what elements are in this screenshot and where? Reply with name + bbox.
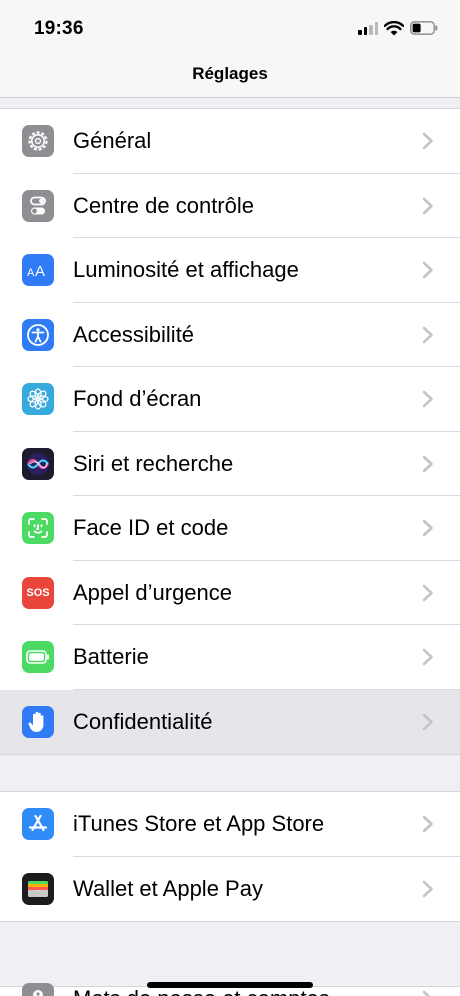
toggles-icon [22,189,54,222]
sos-icon: SOS [22,576,54,609]
settings-row-label: iTunes Store et App Store [73,811,325,837]
svg-text:A: A [35,263,45,278]
settings-row-label: Centre de contrôle [73,192,254,218]
wifi-icon [384,20,404,35]
chevron-right-icon [422,815,433,833]
settings-row-display[interactable]: AA Luminosité et affichage [0,238,460,303]
settings-row-label: Face ID et code [73,515,229,541]
settings-row-privacy[interactable]: Confidentialité [0,689,460,754]
settings-row-label: Luminosité et affichage [73,257,299,283]
settings-row-label: Confidentialité [73,708,213,734]
settings-row-label: Siri et recherche [73,450,234,476]
chevron-right-icon [422,390,433,408]
settings-row-face-id[interactable]: Face ID et code [0,496,460,561]
siri-icon [22,447,54,480]
chevron-right-icon [422,519,433,537]
settings-row-wallpaper[interactable]: Fond d’écran [0,367,460,432]
settings-row-label: Accessibilité [73,321,195,347]
chevron-right-icon [422,713,433,731]
chevron-right-icon [422,132,433,150]
settings-group-stores: iTunes Store et App Store Wallet et Appl… [0,791,460,922]
status-bar: 19:36 [0,0,460,54]
chevron-right-icon [422,880,433,898]
battery-icon [22,641,54,674]
chevron-right-icon [422,584,433,602]
settings-row-label: Appel d’urgence [73,579,233,605]
chevron-right-icon [422,261,433,279]
home-indicator[interactable] [147,982,313,988]
settings-row-label: Batterie [73,644,149,670]
page-title: Réglages [192,64,268,83]
svg-text:A: A [27,267,35,278]
cellular-signal-icon [358,21,378,35]
settings-row-label: Fond d’écran [73,386,202,412]
status-time: 19:36 [34,18,84,39]
face-id-icon [22,512,54,545]
text-size-icon: AA [22,254,54,287]
settings-row-emergency-sos[interactable]: SOS Appel d’urgence [0,561,460,625]
settings-row-general[interactable]: Général [0,109,460,174]
settings-row-control-center[interactable]: Centre de contrôle [0,174,460,238]
navigation-bar: Réglages [0,54,460,98]
chevron-right-icon [422,990,430,996]
chevron-right-icon [422,648,433,666]
battery-status-icon [410,21,438,35]
settings-row-siri[interactable]: Siri et recherche [0,432,460,496]
settings-row-wallet[interactable]: Wallet et Apple Pay [0,857,460,922]
app-store-icon [22,808,54,841]
settings-group-main: Général Centre de contrôle AA Luminosité… [0,108,460,755]
status-icons [358,19,438,37]
flower-icon [22,383,54,416]
chevron-right-icon [422,455,433,473]
settings-row-accessibility[interactable]: Accessibilité [0,303,460,367]
settings-row-label: Général [73,128,152,154]
settings-row-battery[interactable]: Batterie [0,625,460,690]
chevron-right-icon [422,326,433,344]
gear-icon [22,125,54,158]
wallet-icon [22,872,54,905]
chevron-right-icon [422,197,433,215]
key-icon [22,983,54,996]
accessibility-icon [22,318,54,351]
settings-row-label: Wallet et Apple Pay [73,875,263,901]
sos-icon-text: SOS [26,586,50,599]
settings-row-app-store[interactable]: iTunes Store et App Store [0,792,460,857]
hand-icon [22,705,54,738]
